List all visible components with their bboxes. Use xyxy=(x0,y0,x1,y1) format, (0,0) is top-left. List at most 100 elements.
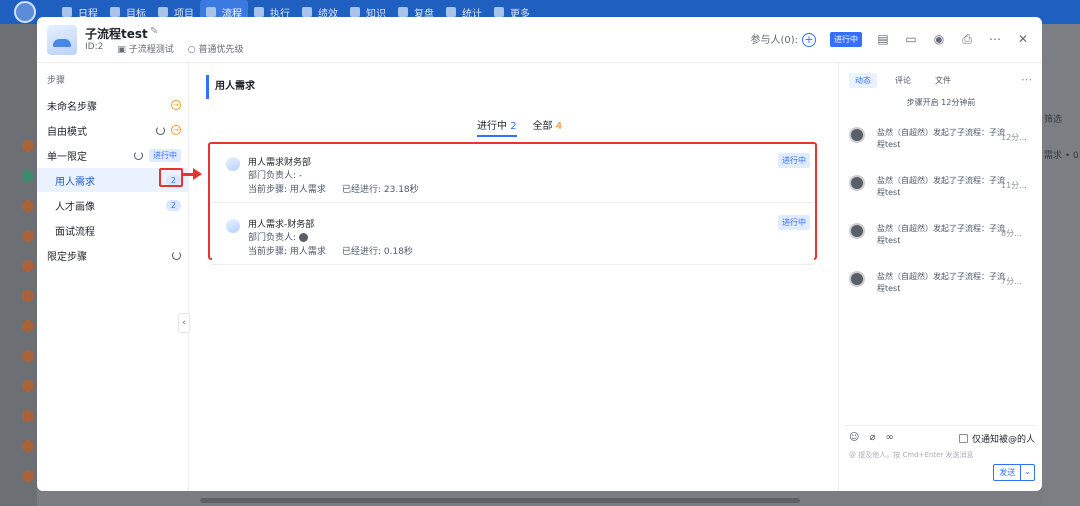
horizontal-scrollbar[interactable] xyxy=(200,498,800,503)
step-label: 单一限定 xyxy=(47,151,87,163)
step-label: 用人需求 xyxy=(55,176,95,188)
checkbox-label: 仅通知被@的人 xyxy=(971,435,1035,445)
more-icon[interactable]: ⋯ xyxy=(1021,73,1032,86)
notify-mentioned-checkbox[interactable]: 仅通知被@的人 xyxy=(958,432,1035,445)
stats-icon xyxy=(446,7,456,17)
participants: 参与人(0): + xyxy=(750,31,816,47)
app-logo[interactable] xyxy=(14,1,36,23)
folder-icon: ▣ xyxy=(117,45,129,55)
avatar xyxy=(22,140,34,152)
step-label: 限定步骤 xyxy=(47,251,87,263)
step-item[interactable]: 单一限定 进行中 xyxy=(37,143,189,167)
priority-label[interactable]: ○ 普通优先级 xyxy=(188,42,244,55)
highlight-box xyxy=(159,168,183,187)
tab-all[interactable]: 全部 4 xyxy=(533,117,563,137)
activity-item: 盐然（自超然）发起了子流程：子流程test 12分... xyxy=(849,127,1039,161)
project-icon xyxy=(158,7,168,17)
item-current-step: 当前步骤: 用人需求 xyxy=(248,247,326,257)
more-icon[interactable]: ⋯ xyxy=(988,32,1002,46)
step-label: 自由模式 xyxy=(47,126,87,138)
tab-files[interactable]: 文件 xyxy=(929,73,957,88)
activity-tabs: 动态 评论 文件 xyxy=(849,73,957,88)
avatar xyxy=(22,410,34,422)
avatar xyxy=(22,440,34,452)
priority-icon: ○ xyxy=(187,45,199,55)
avatar xyxy=(22,350,34,362)
grid-icon xyxy=(494,7,504,17)
cycle-icon xyxy=(172,250,181,260)
step-item[interactable]: 未命名步骤 → xyxy=(37,93,189,117)
knowledge-icon xyxy=(350,7,360,17)
arrow-right-icon[interactable]: → xyxy=(171,125,181,135)
checkbox-icon[interactable] xyxy=(958,434,968,443)
process-icon xyxy=(226,219,240,233)
folder-icon[interactable]: ▭ xyxy=(904,32,918,46)
item-owner: 部门负责人: - xyxy=(248,171,303,181)
tab-label: 全部 xyxy=(532,121,553,132)
steps-sidebar: 步骤 未命名步骤 → 自由模式 → 单一限定 进行中 用人需求 2 人才画像 2… xyxy=(37,63,190,491)
step-item[interactable]: 限定步骤 xyxy=(37,243,189,267)
print-icon[interactable]: ⎙ xyxy=(960,32,974,46)
user-circle-icon[interactable]: ◉ xyxy=(932,32,946,46)
step-item[interactable]: 面试流程 xyxy=(37,218,189,242)
process-icon xyxy=(226,157,240,171)
add-participant-button[interactable]: + xyxy=(802,33,816,47)
process-id: ID:2 xyxy=(85,42,104,52)
avatar xyxy=(22,470,34,482)
background-panel: 筛选 需求 • 0 xyxy=(1042,24,1080,506)
status-badge: 进行中 xyxy=(830,31,862,47)
tab-count: 4 xyxy=(555,121,563,132)
step-item[interactable]: 人才画像 2 xyxy=(37,193,189,217)
participants-label: 参与人(0): xyxy=(750,35,798,46)
avatar xyxy=(298,233,308,242)
close-icon[interactable]: ✕ xyxy=(1016,32,1030,46)
activity-item: 盐然（自超然）发起了子流程：子流程test 7分... xyxy=(849,271,1039,305)
arrow-right-icon[interactable]: → xyxy=(171,100,181,110)
list-item[interactable]: 用人需求-财务部 部门负责人: 当前步骤: 用人需求 已经进行: 0.18秒 进… xyxy=(212,209,814,265)
tab-activity[interactable]: 动态 xyxy=(849,73,877,88)
target-icon xyxy=(110,7,120,17)
send-button[interactable]: 发送 xyxy=(994,465,1020,480)
activity-time: 11分... xyxy=(1001,181,1027,190)
category-label[interactable]: ▣ 子流程测试 xyxy=(117,42,173,55)
process-modal: 子流程test ✎ ID:2 ▣ 子流程测试 ○ 普通优先级 参与人(0): + … xyxy=(37,17,1042,491)
emoji-icon[interactable]: ☺ xyxy=(849,432,859,443)
step-label: 人才画像 xyxy=(55,201,95,213)
attachment-icon[interactable]: ⌀ xyxy=(869,432,875,443)
edit-icon[interactable]: ✎ xyxy=(150,26,158,37)
page-title: 子流程test xyxy=(85,27,148,41)
item-name: 用人需求财务部 xyxy=(248,158,312,168)
tab-in-progress[interactable]: 进行中 2 xyxy=(477,117,517,137)
avatar xyxy=(849,127,865,143)
step-item[interactable]: 自由模式 → xyxy=(37,118,189,142)
chevron-down-icon[interactable]: ⌄ xyxy=(1020,465,1034,480)
item-owner: 部门负责人: xyxy=(248,230,308,243)
collapse-sidebar-button[interactable]: ‹ xyxy=(178,313,190,333)
execute-icon xyxy=(254,7,264,17)
header-meta: ID:2 ▣ 子流程测试 ○ 普通优先级 xyxy=(85,42,243,55)
avatar xyxy=(849,223,865,239)
tab-comments[interactable]: 评论 xyxy=(889,73,917,88)
list-item[interactable]: 用人需求财务部 部门负责人: - 当前步骤: 用人需求 已经进行: 23.18秒… xyxy=(212,147,814,203)
requirement-count: 需求 • 0 xyxy=(1044,151,1079,161)
avatar xyxy=(22,230,34,242)
step-started-time: 步骤开启 12分钟前 xyxy=(906,98,976,107)
activity-item: 盐然（自超然）发起了子流程：子流程test 11分... xyxy=(849,175,1039,209)
comment-input[interactable]: @ 提及他人，按 Cmd+Enter 发送消息 xyxy=(849,450,973,460)
status-tabs: 进行中 2 全部 4 xyxy=(477,117,562,137)
document-icon[interactable]: ▤ xyxy=(876,32,890,46)
activity-time: 7分... xyxy=(1001,277,1022,286)
activity-time: 12分... xyxy=(1001,133,1027,142)
link-icon[interactable]: ∞ xyxy=(885,432,893,443)
step-label: 面试流程 xyxy=(55,226,95,238)
header-actions: 参与人(0): + 进行中 ▤ ▭ ◉ ⎙ ⋯ ✕ xyxy=(750,31,1030,47)
activity-item: 盐然（自超然）发起了子流程：子流程test 8分... xyxy=(849,223,1039,257)
comment-box: ☺ ⌀ ∞ 仅通知被@的人 @ 提及他人，按 Cmd+Enter 发送消息 发送… xyxy=(845,425,1037,485)
avatar xyxy=(22,170,34,182)
tab-count: 2 xyxy=(510,121,517,132)
item-elapsed: 已经进行: 23.18秒 xyxy=(342,185,419,195)
process-icon xyxy=(206,7,216,17)
calendar-icon xyxy=(62,7,72,17)
activity-time: 8分... xyxy=(1001,229,1022,238)
activity-text: 盐然（自超然）发起了子流程：子流程test xyxy=(877,272,1005,293)
